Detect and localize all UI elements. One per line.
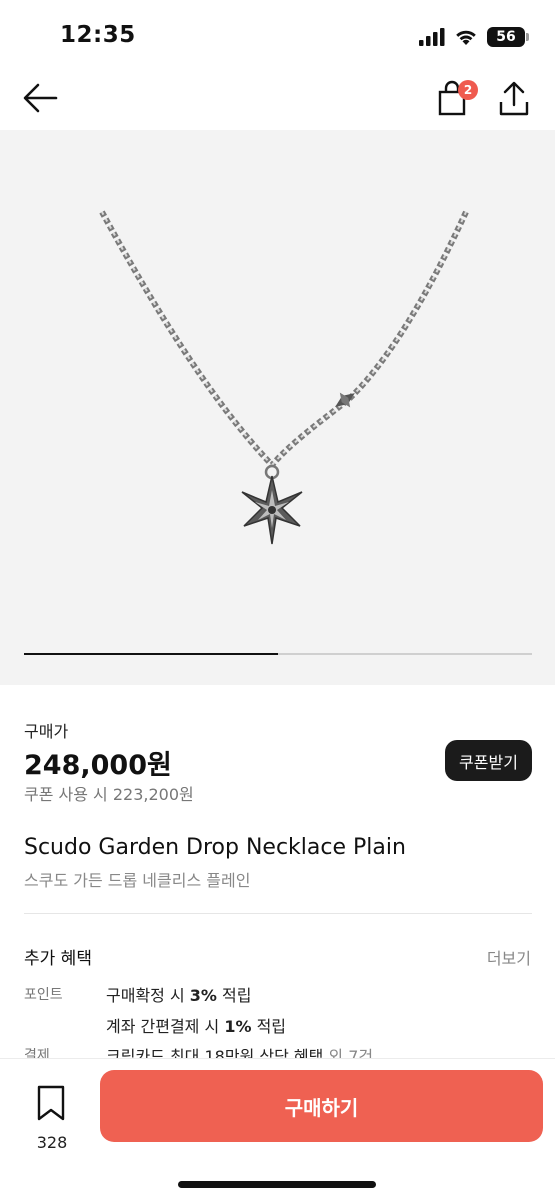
benefit-row-text: 구매확정 시 3% 적립 — [106, 982, 251, 1006]
benefit-text-suffix: 적립 — [216, 986, 252, 1005]
battery-level: 56 — [496, 29, 516, 45]
product-price: 248,000원 — [24, 750, 172, 781]
image-carousel-progress — [24, 653, 532, 655]
home-indicator — [178, 1181, 376, 1188]
product-image — [99, 210, 469, 545]
bottom-action-bar: 328 구매하기 — [0, 1058, 555, 1200]
wifi-icon — [456, 30, 476, 45]
product-image-carousel[interactable] — [0, 130, 555, 685]
get-coupon-button[interactable]: 쿠폰받기 — [445, 740, 532, 781]
coupon-price: 쿠폰 사용 시 223,200원 — [24, 785, 194, 804]
status-time: 12:35 — [60, 22, 136, 48]
buy-button[interactable]: 구매하기 — [100, 1070, 543, 1142]
benefit-text-suffix: 적립 — [251, 1017, 287, 1036]
bookmark-button[interactable]: 328 — [30, 1081, 74, 1152]
image-carousel-progress-fill — [24, 653, 278, 655]
status-icons: 56 — [419, 26, 529, 48]
back-button[interactable] — [20, 80, 60, 116]
benefit-rate: 1% — [224, 1017, 252, 1036]
share-button[interactable] — [496, 80, 532, 118]
benefit-rate: 3% — [189, 986, 217, 1005]
battery-indicator: 56 — [487, 27, 529, 47]
section-divider — [24, 913, 532, 914]
top-nav: 2 — [0, 68, 555, 130]
product-name-korean: 스쿠도 가든 드롭 네클리스 플레인 — [24, 871, 251, 890]
benefit-text: 계좌 간편결제 시 — [106, 1017, 225, 1036]
price-label: 구매가 — [24, 722, 69, 741]
share-icon — [499, 81, 529, 116]
bookmark-icon — [37, 1085, 65, 1121]
product-name-english: Scudo Garden Drop Necklace Plain — [24, 835, 406, 860]
status-bar: 12:35 56 — [0, 0, 555, 68]
benefit-row-label: 포인트 — [24, 987, 63, 1003]
cart-button[interactable]: 2 — [434, 78, 478, 118]
cart-count-badge: 2 — [458, 80, 478, 100]
benefits-more-link[interactable]: 더보기 — [487, 945, 531, 969]
benefit-row-text: 계좌 간편결제 시 1% 적립 — [106, 1013, 286, 1037]
benefits-title: 추가 혜택 — [24, 949, 92, 969]
benefit-text: 구매확정 시 — [106, 986, 190, 1005]
arrow-left-icon — [23, 83, 58, 113]
cellular-signal-icon — [419, 28, 445, 46]
bookmark-count: 328 — [36, 1133, 68, 1152]
